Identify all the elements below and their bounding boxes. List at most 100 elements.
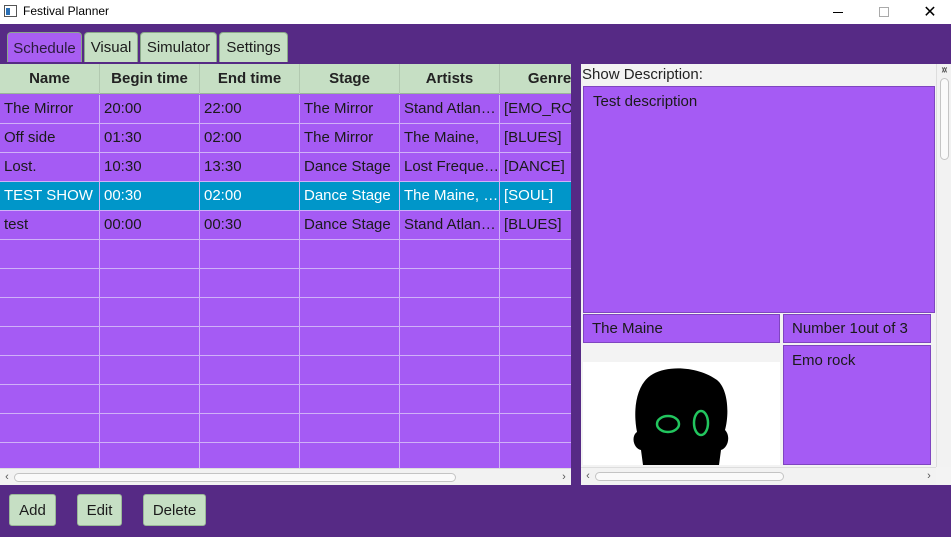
maximize-icon [879, 7, 889, 17]
column-header-artists[interactable]: Artists [400, 64, 500, 94]
cell-genre [500, 385, 571, 413]
cell-stage [300, 269, 400, 297]
table-row[interactable] [0, 269, 571, 298]
cell-name: TEST SHOW [0, 182, 100, 210]
artist-name-field: The Maine [583, 314, 780, 343]
table-row[interactable] [0, 414, 571, 443]
column-header-begin-time[interactable]: Begin time [100, 64, 200, 94]
cell-end-time [200, 443, 300, 471]
column-header-end-time[interactable]: End time [200, 64, 300, 94]
cell-begin-time [100, 356, 200, 384]
scroll-left-icon[interactable]: ‹ [0, 469, 14, 485]
table-row[interactable]: Off side 01:30 02:00 The Mirror The Maine, [B… [0, 124, 571, 153]
cell-artists: Stand Atlan… [400, 95, 500, 123]
cell-name [0, 327, 100, 355]
table-row[interactable]: TEST SHOW 00:30 02:00 Dance Stage The Maine,… [0, 182, 571, 211]
cell-artists: Lost Freque… [400, 153, 500, 181]
table-row[interactable]: test 00:00 00:30 Dance Stage Stand Atlan… [BL… [0, 211, 571, 240]
tab-simulator[interactable]: Simulator [140, 32, 217, 62]
artist-number-field: Number 1out of 3 [783, 314, 931, 343]
cell-stage [300, 414, 400, 442]
table-header: Name Begin time End time Stage Artists G… [0, 64, 571, 94]
cell-name: The Mirror [0, 95, 100, 123]
table-row[interactable]: The Mirror 20:00 22:00 The Mirror Stand Atla… [0, 95, 571, 124]
schedule-table[interactable]: Name Begin time End time Stage Artists G… [0, 64, 571, 485]
cell-name [0, 298, 100, 326]
cell-artists [400, 269, 500, 297]
cell-artists: Stand Atlan… [400, 211, 500, 239]
cell-stage: The Mirror [300, 95, 400, 123]
artist-silhouette-icon [633, 368, 729, 465]
scrollbar-thumb[interactable] [940, 78, 949, 160]
add-button[interactable]: Add [9, 494, 56, 526]
cell-stage [300, 327, 400, 355]
delete-button[interactable]: Delete [143, 494, 206, 526]
cell-artists [400, 298, 500, 326]
table-row[interactable] [0, 385, 571, 414]
table-row[interactable] [0, 327, 571, 356]
table-horizontal-scrollbar[interactable]: ‹ › [0, 468, 571, 485]
minimize-icon [833, 11, 843, 13]
cell-name [0, 443, 100, 471]
cell-begin-time [100, 414, 200, 442]
cell-genre [500, 240, 571, 268]
cell-begin-time [100, 240, 200, 268]
show-detail-pane: Show Description: Test description The M… [581, 64, 951, 485]
scroll-right-icon[interactable]: › [922, 468, 936, 484]
cell-artists [400, 327, 500, 355]
maximize-button[interactable] [861, 0, 907, 24]
cell-end-time: 02:00 [200, 182, 300, 210]
cell-genre [500, 298, 571, 326]
scroll-right-icon[interactable]: › [557, 469, 571, 485]
table-row[interactable] [0, 240, 571, 269]
description-field[interactable]: Test description [583, 86, 935, 313]
column-header-genre[interactable]: Genre [500, 64, 571, 94]
cell-end-time: 22:00 [200, 95, 300, 123]
scroll-left-icon[interactable]: ‹ [581, 468, 595, 484]
detail-horizontal-scrollbar[interactable]: ‹ › [581, 467, 936, 485]
cell-genre [500, 269, 571, 297]
cell-stage [300, 298, 400, 326]
split-pane-divider[interactable] [571, 62, 581, 487]
close-button[interactable]: ✕ [907, 0, 951, 24]
cell-genre [500, 327, 571, 355]
cell-begin-time: 01:30 [100, 124, 200, 152]
table-row[interactable] [0, 356, 571, 385]
scrollbar-thumb[interactable] [14, 473, 456, 482]
scroll-down-icon[interactable]: ˅ [937, 64, 951, 78]
cell-genre [500, 356, 571, 384]
column-header-stage[interactable]: Stage [300, 64, 400, 94]
cell-begin-time [100, 443, 200, 471]
cell-stage: Dance Stage [300, 153, 400, 181]
cell-name [0, 269, 100, 297]
cell-stage [300, 443, 400, 471]
cell-name [0, 356, 100, 384]
cell-end-time: 02:00 [200, 124, 300, 152]
minimize-button[interactable] [815, 0, 861, 24]
cell-begin-time [100, 385, 200, 413]
artist-genre-field: Emo rock [783, 345, 931, 465]
tab-settings[interactable]: Settings [219, 32, 288, 62]
tab-schedule[interactable]: Schedule [7, 32, 82, 63]
edit-button[interactable]: Edit [77, 494, 122, 526]
cell-end-time: 00:30 [200, 211, 300, 239]
cell-end-time [200, 240, 300, 268]
cell-begin-time: 20:00 [100, 95, 200, 123]
column-header-name[interactable]: Name [0, 64, 100, 94]
cell-begin-time: 10:30 [100, 153, 200, 181]
cell-begin-time [100, 298, 200, 326]
cell-begin-time: 00:30 [100, 182, 200, 210]
cell-end-time: 13:30 [200, 153, 300, 181]
scrollbar-thumb[interactable] [595, 472, 784, 481]
cell-artists [400, 385, 500, 413]
cell-end-time [200, 269, 300, 297]
table-row[interactable] [0, 298, 571, 327]
app-icon [4, 5, 17, 17]
title-bar: Festival Planner ✕ [0, 0, 951, 24]
schedule-tab-content: Name Begin time End time Stage Artists G… [0, 62, 951, 487]
tab-visual[interactable]: Visual [84, 32, 138, 62]
cell-name: test [0, 211, 100, 239]
cell-genre [500, 443, 571, 471]
table-row[interactable]: Lost. 10:30 13:30 Dance Stage Lost Freque… [D… [0, 153, 571, 182]
detail-vertical-scrollbar[interactable]: ˄ ˅ [936, 64, 951, 467]
